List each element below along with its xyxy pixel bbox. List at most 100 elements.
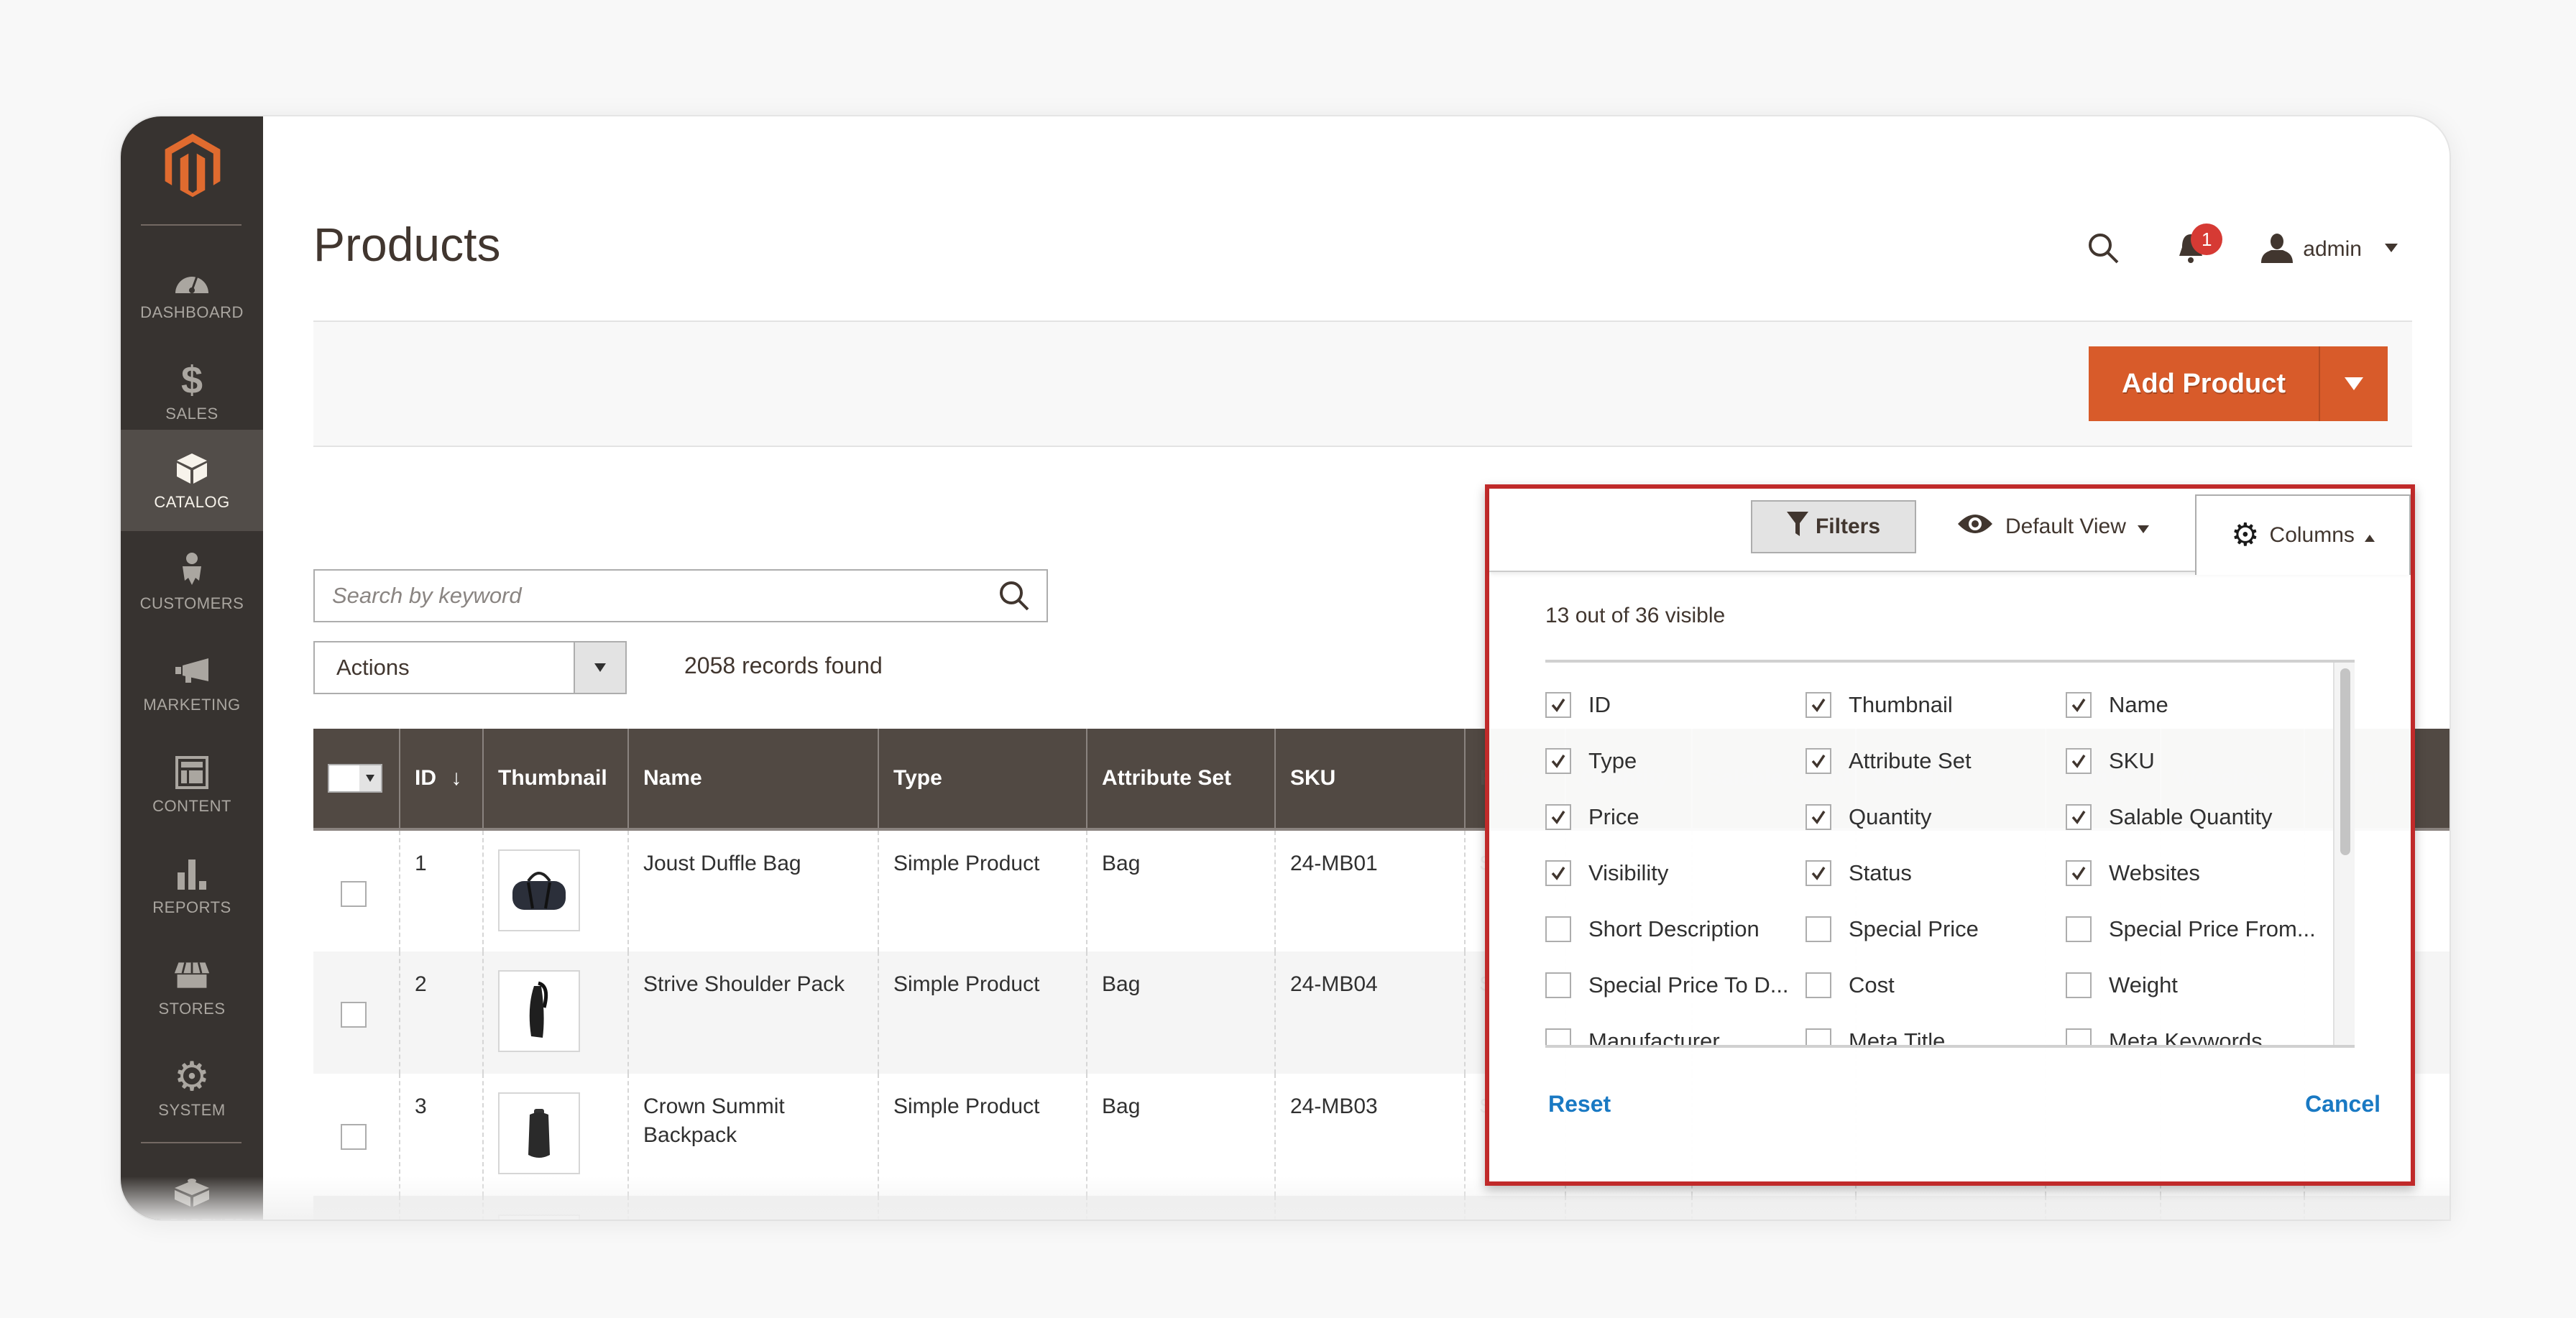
column-option-label: Weight xyxy=(2109,972,2178,997)
column-option[interactable]: Price xyxy=(1545,789,1806,845)
checkmark-icon xyxy=(1811,867,1826,880)
checkbox-checked[interactable] xyxy=(1806,748,1831,774)
sidebar-label: System xyxy=(158,1100,226,1119)
sidebar-item-stores[interactable]: Stores xyxy=(121,936,263,1038)
column-option[interactable]: Special Price To D... xyxy=(1545,957,1806,1013)
checkbox-unchecked[interactable] xyxy=(1806,916,1831,942)
add-product-type-toggle[interactable] xyxy=(2320,346,2388,421)
row-checkbox[interactable] xyxy=(341,1124,367,1150)
checkbox-checked[interactable] xyxy=(2066,748,2092,774)
column-option[interactable]: ID xyxy=(1545,677,1806,733)
row-checkbox[interactable] xyxy=(341,881,367,907)
user-menu[interactable]: admin xyxy=(2261,233,2398,267)
checkbox-checked[interactable] xyxy=(1545,692,1571,718)
mass-actions-select[interactable]: Actions xyxy=(313,641,627,694)
checkbox-checked[interactable] xyxy=(2066,804,2092,830)
column-option[interactable]: Name xyxy=(2066,677,2333,733)
column-option[interactable]: Status xyxy=(1806,845,2066,901)
column-header-id[interactable]: ID ↓ xyxy=(399,729,483,831)
checkbox-unchecked[interactable] xyxy=(2066,972,2092,998)
columns-control-highlight: Filters Default View ⚙ Columns 13 out of… xyxy=(1485,484,2415,1186)
sidebar-item-marketing[interactable]: Marketing xyxy=(121,632,263,734)
column-option[interactable]: Websites xyxy=(2066,845,2333,901)
checkbox-unchecked[interactable] xyxy=(1545,1028,1571,1045)
add-product-button[interactable]: Add Product xyxy=(2089,346,2320,421)
sidebar-item-customers[interactable]: Customers xyxy=(121,531,263,632)
checkbox-unchecked[interactable] xyxy=(1806,972,1831,998)
funnel-icon xyxy=(1786,512,1808,542)
checkbox-checked[interactable] xyxy=(1806,860,1831,886)
column-option[interactable]: Salable Quantity xyxy=(2066,789,2333,845)
column-header-sku[interactable]: SKU xyxy=(1274,729,1465,831)
checkbox-unchecked[interactable] xyxy=(1545,972,1571,998)
sidebar-item-reports[interactable]: Reports xyxy=(121,835,263,936)
column-header-type[interactable]: Type xyxy=(878,729,1087,831)
view-selector[interactable]: Default View xyxy=(1956,500,2149,553)
checkbox-checked[interactable] xyxy=(1545,860,1571,886)
column-option[interactable]: Quantity xyxy=(1806,789,2066,845)
column-option[interactable]: Cost xyxy=(1806,957,2066,1013)
column-option[interactable]: Manufacturer xyxy=(1545,1013,1806,1045)
row-checkbox[interactable] xyxy=(341,1002,367,1028)
checkbox-unchecked[interactable] xyxy=(2066,916,2092,942)
checkbox-unchecked[interactable] xyxy=(2066,1028,2092,1045)
column-option-label: Price xyxy=(1588,804,1639,829)
checkbox-checked[interactable] xyxy=(1545,748,1571,774)
checkbox-checked[interactable] xyxy=(2066,692,2092,718)
column-option[interactable]: Weight xyxy=(2066,957,2333,1013)
column-option[interactable]: Attribute Set xyxy=(1806,733,2066,789)
column-option[interactable]: Special Price From... xyxy=(2066,901,2333,957)
sidebar-item-dashboard[interactable]: Dashboard xyxy=(121,240,263,341)
sidebar-item-content[interactable]: Content xyxy=(121,734,263,835)
user-name: admin xyxy=(2303,237,2362,261)
column-header-attribute-set[interactable]: Attribute Set xyxy=(1086,729,1275,831)
product-thumbnail[interactable] xyxy=(498,849,580,931)
product-thumbnail[interactable] xyxy=(498,970,580,1052)
reset-columns-button[interactable]: Reset xyxy=(1548,1091,1611,1117)
column-header-name[interactable]: Name xyxy=(627,729,878,831)
filters-button[interactable]: Filters xyxy=(1751,500,1916,553)
column-option[interactable]: Short Description xyxy=(1545,901,1806,957)
magento-logo[interactable] xyxy=(158,131,227,200)
product-thumbnail[interactable] xyxy=(498,1092,580,1174)
checkmark-icon xyxy=(1551,811,1565,824)
backpack-image xyxy=(528,1109,550,1158)
notifications-button[interactable]: 1 xyxy=(2171,223,2223,269)
cancel-columns-button[interactable]: Cancel xyxy=(2305,1091,2380,1117)
column-option[interactable]: SKU xyxy=(2066,733,2333,789)
columns-list: ID Thumbnail Name Type Attribute Set SKU Price… xyxy=(1545,660,2355,1048)
sidebar-item-find-partners[interactable]: Find Partners xyxy=(121,1153,263,1220)
sidebar-item-sales[interactable]: $ Sales xyxy=(121,341,263,443)
dollar-icon: $ xyxy=(180,358,203,402)
column-option[interactable]: Visibility xyxy=(1545,845,1806,901)
cell-attribute-set: Bag xyxy=(1086,1074,1275,1196)
cell-id: 3 xyxy=(399,1074,483,1196)
checkbox-checked[interactable] xyxy=(1545,804,1571,830)
checkbox-checked[interactable] xyxy=(2066,860,2092,886)
checkbox-unchecked[interactable] xyxy=(1806,1028,1831,1045)
chevron-down-icon xyxy=(2385,243,2398,256)
columns-scrollbar[interactable] xyxy=(2333,663,2355,1045)
columns-button[interactable]: ⚙ Columns xyxy=(2195,494,2411,575)
scrollbar-thumb[interactable] xyxy=(2340,668,2350,855)
column-option[interactable]: Special Price xyxy=(1806,901,2066,957)
sidebar-item-catalog[interactable]: Catalog xyxy=(121,430,263,531)
checkbox-checked[interactable] xyxy=(1806,804,1831,830)
checkmark-icon xyxy=(1811,755,1826,768)
sidebar-label: Sales xyxy=(165,404,218,423)
checkbox-unchecked[interactable] xyxy=(1545,916,1571,942)
sidebar-label: Stores xyxy=(158,999,226,1018)
product-thumbnail[interactable] xyxy=(498,1215,580,1220)
column-option[interactable]: Meta Title xyxy=(1806,1013,2066,1045)
checkbox-checked[interactable] xyxy=(1806,692,1831,718)
global-search-button[interactable] xyxy=(2086,231,2120,269)
checkmark-icon xyxy=(2071,867,2086,880)
sidebar-item-system[interactable]: ⚙ System xyxy=(121,1038,263,1139)
column-option[interactable]: Meta Keywords xyxy=(2066,1013,2333,1045)
sidebar-label: Customers xyxy=(139,594,244,612)
column-option[interactable]: Type xyxy=(1545,733,1806,789)
search-input[interactable] xyxy=(315,571,982,621)
mass-select-checkbox[interactable] xyxy=(328,764,382,793)
search-submit-button[interactable] xyxy=(982,571,1046,621)
column-option[interactable]: Thumbnail xyxy=(1806,677,2066,733)
